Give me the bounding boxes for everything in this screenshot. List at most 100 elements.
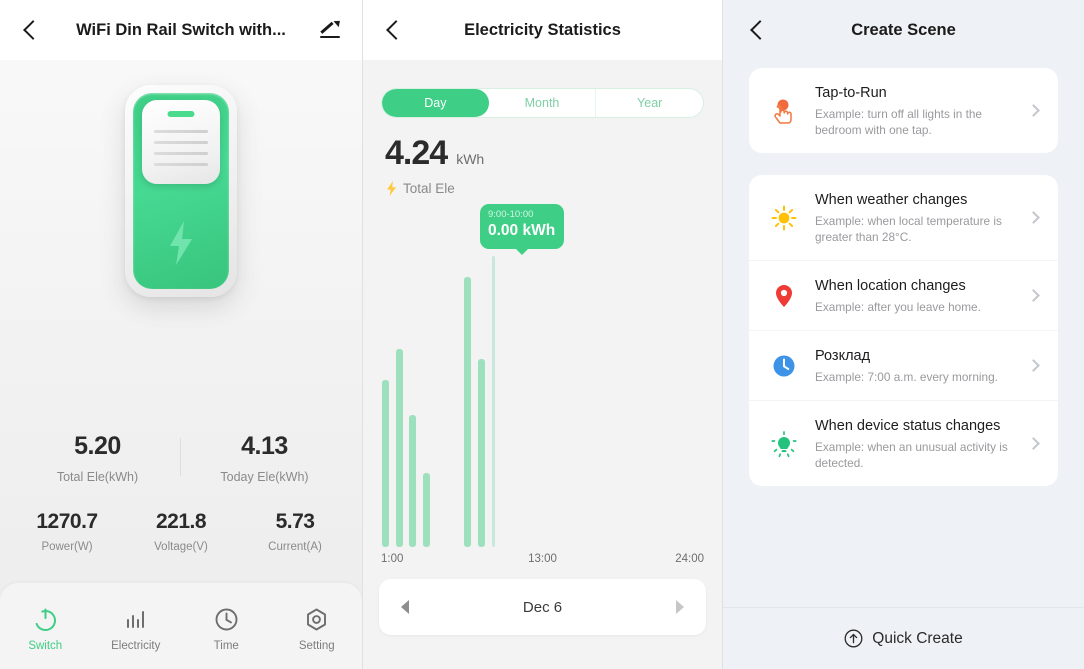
electricity-statistics-panel: Electricity Statistics Day Month Year 4.… bbox=[362, 0, 722, 669]
clock-icon bbox=[213, 606, 240, 633]
stat-value: 4.13 bbox=[241, 432, 288, 460]
page-title: Create Scene bbox=[851, 20, 956, 39]
scene-item-desc: Example: after you leave home. bbox=[815, 300, 981, 314]
sun-icon bbox=[769, 203, 799, 233]
chart-bar[interactable] bbox=[382, 380, 389, 547]
lightning-bolt-icon bbox=[385, 181, 398, 196]
scene-item-schedule[interactable]: Розклад Example: 7:00 a.m. every morning… bbox=[749, 330, 1058, 400]
triangle-right-icon[interactable] bbox=[676, 600, 684, 614]
scene-item-title: Розклад bbox=[815, 348, 871, 364]
tooltip-value: 0.00 kWh bbox=[488, 222, 556, 239]
tab-label: Electricity bbox=[111, 640, 161, 652]
quick-create-button[interactable]: Quick Create bbox=[723, 607, 1084, 669]
chevron-right-icon bbox=[1027, 437, 1040, 450]
stat-label: Today Ele(kWh) bbox=[220, 470, 309, 484]
stat-today-ele: 4.13 Today Ele(kWh) bbox=[181, 432, 348, 484]
scene-item-device-status[interactable]: When device status changes Example: when… bbox=[749, 400, 1058, 486]
segment-year[interactable]: Year bbox=[595, 89, 703, 117]
stat-power: 1270.7 Power(W) bbox=[10, 510, 124, 553]
tab-setting[interactable]: Setting bbox=[272, 606, 363, 652]
summary-value: 4.24 bbox=[385, 134, 448, 172]
scene-item-desc: Example: when an unusual activity is det… bbox=[815, 440, 1008, 470]
segment-month[interactable]: Month bbox=[489, 89, 596, 117]
tab-switch[interactable]: Switch bbox=[0, 606, 91, 652]
tap-hand-icon bbox=[769, 96, 799, 126]
bottom-tab-bar: Switch Electricity Time Setting bbox=[0, 583, 362, 669]
stat-total-ele: 5.20 Total Ele(kWh) bbox=[14, 432, 181, 484]
circle-arrow-up-icon bbox=[844, 629, 863, 648]
tab-electricity[interactable]: Electricity bbox=[91, 606, 182, 652]
pencil-edit-icon[interactable] bbox=[318, 17, 343, 42]
bulb-icon bbox=[769, 429, 799, 459]
three-panel-screenshot: WiFi Din Rail Switch with... 5.20 Total … bbox=[0, 0, 1084, 669]
create-scene-panel: Create Scene Tap-to-Run Example: turn of… bbox=[722, 0, 1084, 669]
stat-label: Voltage(V) bbox=[154, 541, 208, 553]
page-title: Electricity Statistics bbox=[464, 20, 621, 39]
summary-value-row: 4.24 kWh bbox=[363, 118, 722, 173]
power-icon bbox=[32, 606, 59, 633]
stat-value: 5.73 bbox=[275, 510, 315, 533]
chevron-right-icon bbox=[1027, 104, 1040, 117]
device-header: WiFi Din Rail Switch with... bbox=[0, 0, 362, 60]
summary-label-row: Total Ele bbox=[363, 173, 722, 196]
chart-bar[interactable] bbox=[423, 472, 430, 547]
summary-label: Total Ele bbox=[403, 181, 455, 196]
device-panel: WiFi Din Rail Switch with... 5.20 Total … bbox=[0, 0, 362, 669]
chart-bar[interactable] bbox=[477, 359, 485, 547]
chart-bar[interactable] bbox=[409, 414, 417, 547]
chart-bar[interactable] bbox=[395, 348, 403, 547]
tap-to-run-card: Tap-to-Run Example: turn off all lights … bbox=[749, 68, 1058, 153]
scene-item-title: When location changes bbox=[815, 278, 966, 294]
axis-tick-mid: 13:00 bbox=[528, 553, 557, 565]
stat-label: Current(A) bbox=[268, 541, 322, 553]
stat-value: 221.8 bbox=[155, 510, 207, 533]
scene-item-desc: Example: 7:00 a.m. every morning. bbox=[815, 370, 998, 384]
scene-item-desc: Example: when local temperature is great… bbox=[815, 214, 1002, 244]
chevron-left-icon[interactable] bbox=[20, 19, 42, 41]
chart-selection-line bbox=[492, 256, 496, 547]
scene-item-title: When device status changes bbox=[815, 418, 1001, 434]
date-label: Dec 6 bbox=[522, 598, 563, 616]
scene-triggers-card: When weather changes Example: when local… bbox=[749, 175, 1058, 486]
din-rail-switch-illustration bbox=[125, 85, 237, 297]
stat-voltage: 221.8 Voltage(V) bbox=[124, 510, 238, 553]
page-title: WiFi Din Rail Switch with... bbox=[76, 20, 286, 39]
lightning-bolt-icon bbox=[164, 219, 198, 267]
summary-unit: kWh bbox=[456, 151, 485, 167]
stat-label: Total Ele(kWh) bbox=[56, 470, 139, 484]
segment-day[interactable]: Day bbox=[382, 89, 489, 117]
chevron-right-icon bbox=[1027, 211, 1040, 224]
period-segmented-control: Day Month Year bbox=[381, 88, 704, 118]
chevron-right-icon bbox=[1027, 289, 1040, 302]
location-pin-icon bbox=[769, 281, 799, 311]
device-illustration-area bbox=[0, 60, 362, 432]
hex-gear-icon bbox=[303, 606, 330, 633]
scene-item-location[interactable]: When location changes Example: after you… bbox=[749, 260, 1058, 330]
tooltip-time: 9:00-10:00 bbox=[488, 209, 534, 220]
stat-value: 1270.7 bbox=[36, 510, 98, 533]
electricity-bar-chart[interactable]: 9:00-10:00 0.00 kWh 1:00 13:00 24:00 bbox=[379, 196, 706, 579]
scene-item-title: Tap-to-Run bbox=[815, 85, 887, 101]
secondary-stats: 1270.7 Power(W) 221.8 Voltage(V) 5.73 Cu… bbox=[0, 510, 362, 553]
statistics-header: Electricity Statistics bbox=[363, 0, 722, 60]
chart-plot-area[interactable] bbox=[379, 256, 706, 547]
scene-item-weather[interactable]: When weather changes Example: when local… bbox=[749, 175, 1058, 260]
chart-x-axis: 1:00 13:00 24:00 bbox=[379, 553, 706, 571]
tab-time[interactable]: Time bbox=[181, 606, 272, 652]
axis-tick-end: 24:00 bbox=[675, 553, 704, 565]
tab-label: Time bbox=[213, 640, 239, 652]
tab-label: Setting bbox=[298, 640, 335, 652]
scene-item-tap-to-run[interactable]: Tap-to-Run Example: turn off all lights … bbox=[749, 68, 1058, 153]
create-scene-header: Create Scene bbox=[723, 0, 1084, 60]
stat-current: 5.73 Current(A) bbox=[238, 510, 352, 553]
chart-bar[interactable] bbox=[464, 277, 471, 547]
bar-chart-icon bbox=[122, 606, 149, 633]
date-navigator: Dec 6 bbox=[379, 579, 706, 635]
triangle-left-icon[interactable] bbox=[401, 600, 409, 614]
axis-tick-start: 1:00 bbox=[381, 553, 404, 565]
scene-item-desc: Example: turn off all lights in the bedr… bbox=[815, 107, 982, 137]
scene-item-title: When weather changes bbox=[815, 192, 968, 208]
stat-label: Power(W) bbox=[41, 541, 93, 553]
stat-value: 5.20 bbox=[74, 432, 121, 460]
